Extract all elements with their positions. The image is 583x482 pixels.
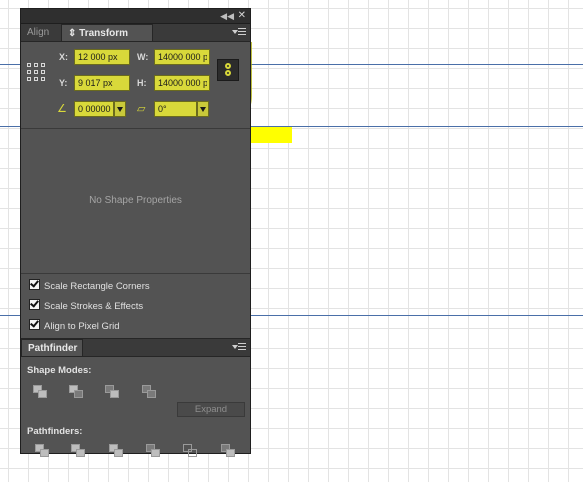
minus-front-icon[interactable]: [69, 385, 85, 399]
merge-icon[interactable]: [109, 444, 125, 458]
divide-icon[interactable]: [35, 444, 51, 458]
trim-icon[interactable]: [71, 444, 87, 458]
transform-options: Scale Rectangle Corners Scale Strokes & …: [21, 274, 250, 339]
tab-align[interactable]: Align: [21, 24, 61, 41]
pathfinder-section: Shape Modes: Expand Pathfinders:: [21, 357, 250, 465]
tab-pathfinder[interactable]: Pathfinder: [21, 339, 83, 356]
constrain-proportions-button[interactable]: [217, 59, 239, 81]
shape-properties-area: No Shape Properties: [21, 129, 250, 274]
shear-angle-icon: ▱: [137, 103, 146, 115]
collapse-icon[interactable]: ◀◀: [220, 9, 234, 23]
crop-icon[interactable]: [146, 444, 162, 458]
checkbox-label: Scale Rectangle Corners: [44, 281, 150, 292]
panel-menu-icon[interactable]: [232, 342, 246, 353]
tab-transform[interactable]: ⇕ Transform: [61, 24, 153, 41]
checkbox-label: Align to Pixel Grid: [44, 321, 120, 332]
shape-modes-label: Shape Modes:: [27, 365, 92, 376]
scale-strokes-effects-checkbox[interactable]: Scale Strokes & Effects: [29, 299, 143, 313]
rotate-input[interactable]: [74, 101, 114, 117]
shear-dropdown-arrow[interactable]: [197, 101, 209, 117]
transform-panel: ◀◀ ✕ Align ⇕ Transform X: W: Y: H: ∠ ▱: [20, 8, 251, 457]
transform-section: X: W: Y: H: ∠ ▱: [21, 42, 250, 129]
rotate-dropdown-arrow[interactable]: [114, 101, 126, 117]
checkbox-checked-icon[interactable]: [29, 299, 40, 310]
h-label: H:: [137, 78, 147, 88]
x-position-input[interactable]: [74, 49, 130, 65]
scale-rectangle-corners-checkbox[interactable]: Scale Rectangle Corners: [29, 279, 150, 293]
checkbox-checked-icon[interactable]: [29, 319, 40, 330]
unite-icon[interactable]: [33, 385, 49, 399]
close-icon[interactable]: ✕: [238, 9, 246, 23]
rotate-angle-icon: ∠: [57, 103, 67, 115]
checkbox-label: Scale Strokes & Effects: [44, 301, 144, 312]
checkbox-checked-icon[interactable]: [29, 279, 40, 290]
expand-button[interactable]: Expand: [177, 402, 245, 417]
y-label: Y:: [59, 78, 68, 88]
no-shape-properties-text: No Shape Properties: [89, 195, 182, 206]
height-input[interactable]: [154, 75, 210, 91]
panel-tab-row: Align ⇕ Transform: [21, 24, 250, 42]
intersect-icon[interactable]: [105, 385, 121, 399]
exclude-icon[interactable]: [142, 385, 158, 399]
y-position-input[interactable]: [74, 75, 130, 91]
width-input[interactable]: [154, 49, 210, 65]
reference-point-icon[interactable]: [27, 63, 45, 81]
outline-icon[interactable]: [183, 444, 199, 458]
pathfinder-tab-row: Pathfinder: [21, 339, 250, 357]
chain-link-icon: [225, 63, 231, 69]
x-label: X:: [59, 52, 68, 62]
align-to-pixel-grid-checkbox[interactable]: Align to Pixel Grid: [29, 319, 120, 333]
w-label: W:: [137, 52, 149, 62]
panel-menu-icon[interactable]: [232, 27, 246, 38]
pathfinders-label: Pathfinders:: [27, 426, 83, 437]
shear-input[interactable]: [154, 101, 197, 117]
minus-back-icon[interactable]: [221, 444, 237, 458]
panel-titlebar[interactable]: ◀◀ ✕: [21, 9, 250, 24]
